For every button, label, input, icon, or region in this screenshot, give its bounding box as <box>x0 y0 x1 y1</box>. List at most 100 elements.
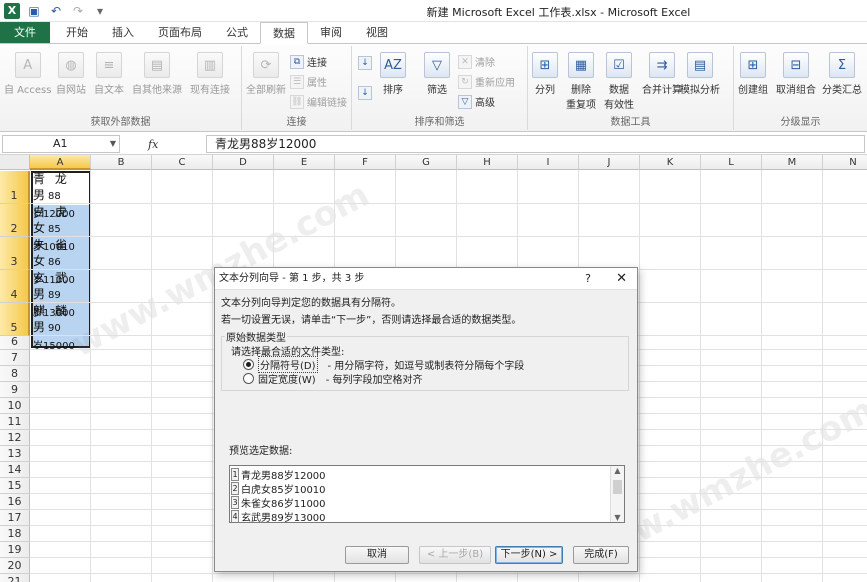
advanced-filter-icon: ▽ <box>458 94 472 109</box>
edit-links-button[interactable]: ⛓ 编辑链接 <box>290 94 347 109</box>
row-header-6[interactable]: 6 <box>0 335 30 350</box>
clear-filter-button[interactable]: ✕ 清除 <box>458 54 495 69</box>
radio-fixed-width[interactable] <box>243 373 254 384</box>
sort-ascending-button[interactable]: ↓ <box>358 56 372 70</box>
ungroup-button[interactable]: ⊟ 取消组合 <box>776 52 816 96</box>
tab-review[interactable]: 审阅 <box>308 22 354 43</box>
column-header-f[interactable]: F <box>335 155 396 170</box>
column-header-k[interactable]: K <box>640 155 701 170</box>
row-header-13[interactable]: 13 <box>0 446 30 462</box>
row-header-15[interactable]: 15 <box>0 478 30 494</box>
row-header-17[interactable]: 17 <box>0 510 30 526</box>
row-header-14[interactable]: 14 <box>0 462 30 478</box>
fixed-width-label[interactable]: 固定宽度(W) <box>258 371 316 386</box>
subtotal-button[interactable]: Σ 分类汇总 <box>822 52 862 96</box>
filter-button[interactable]: ▽ 筛选 <box>424 52 450 96</box>
finish-button[interactable]: 完成(F) <box>573 546 629 564</box>
row-header-12[interactable]: 12 <box>0 430 30 446</box>
tab-formulas[interactable]: 公式 <box>214 22 260 43</box>
remove-duplicates-button[interactable]: ▦ 删除 重复项 <box>566 52 596 111</box>
sort-icon: AZ <box>380 52 406 78</box>
insert-function-icon[interactable]: fx <box>148 138 158 151</box>
formula-input[interactable]: 青龙男88岁12000 <box>206 135 865 153</box>
column-header-e[interactable]: E <box>274 155 335 170</box>
row-header-10[interactable]: 10 <box>0 398 30 414</box>
existing-connections-button[interactable]: ▥ 现有连接 <box>190 52 230 96</box>
fixed-width-option[interactable]: 固定宽度(W) - 每列字段加空格对齐 <box>243 371 423 386</box>
from-access-button[interactable]: A自 Access <box>4 52 51 96</box>
grid-line <box>212 170 213 582</box>
column-header-d[interactable]: D <box>213 155 274 170</box>
tab-insert[interactable]: 插入 <box>100 22 146 43</box>
preview-scrollbar[interactable]: ▲ ▼ <box>610 466 624 522</box>
cancel-button[interactable]: 取消 <box>345 546 409 564</box>
column-header-c[interactable]: C <box>152 155 213 170</box>
help-icon[interactable]: ? <box>585 268 591 290</box>
grid-line <box>761 170 762 582</box>
from-text-button[interactable]: ≡ 自文本 <box>94 52 124 96</box>
row-header-4[interactable]: 4 <box>0 270 30 303</box>
data-preview[interactable]: 1 青龙男88岁12000 2 白虎女85岁10010 3 朱雀女86岁11000 4… <box>229 465 625 523</box>
group-label-external: 获取外部数据 <box>90 117 151 128</box>
group-sort-filter: ↓ ↓ AZ 排序 ▽ 筛选 ✕ 清除 ↻ 重新应用 ▽ 高级 排序和筛选 <box>352 46 528 130</box>
tab-page-layout[interactable]: 页面布局 <box>146 22 214 43</box>
from-other-sources-button[interactable]: ▤ 自其他来源 <box>132 52 182 96</box>
row-header-3[interactable]: 3 <box>0 237 30 270</box>
row-header-1[interactable]: 1 <box>0 171 30 204</box>
group-button[interactable]: ⊞ 创建组 <box>738 52 768 96</box>
scroll-down-icon[interactable]: ▼ <box>611 513 624 522</box>
ribbon: A自 Access ◍ 自网站 ≡ 自文本 ▤ 自其他来源 ▥ 现有连接 获取外部数据 … <box>0 44 867 132</box>
column-header-m[interactable]: M <box>762 155 823 170</box>
grid-line <box>90 170 91 582</box>
row-header-11[interactable]: 11 <box>0 414 30 430</box>
advanced-filter-button[interactable]: ▽ 高级 <box>458 94 495 109</box>
select-all-corner[interactable] <box>0 155 30 170</box>
scroll-thumb[interactable] <box>613 480 622 494</box>
sort-descending-button[interactable]: ↓ <box>358 86 372 100</box>
row-header-20[interactable]: 20 <box>0 558 30 574</box>
group-outline: ⊞ 创建组 ⊟ 取消组合 Σ 分类汇总 分级显示 <box>734 46 867 130</box>
row-header-5[interactable]: 5 <box>0 303 30 336</box>
name-box[interactable]: A1 ▼ <box>2 135 120 153</box>
consolidate-button[interactable]: ⇉ 合并计算 <box>642 52 682 96</box>
window-title: 新建 Microsoft Excel 工作表.xlsx - Microsoft … <box>426 6 691 19</box>
next-button[interactable]: 下一步(N) > <box>495 546 563 564</box>
row-header-8[interactable]: 8 <box>0 366 30 382</box>
group-connections: ⟳ 全部刷新 ⧉ 连接 ☰ 属性 ⛓ 编辑链接 连接 <box>242 46 352 130</box>
column-header-j[interactable]: J <box>579 155 640 170</box>
name-box-dropdown-icon[interactable]: ▼ <box>110 136 116 152</box>
row-header-9[interactable]: 9 <box>0 382 30 398</box>
row-header-18[interactable]: 18 <box>0 526 30 542</box>
connections-button[interactable]: ⧉ 连接 <box>290 54 327 69</box>
column-header-h[interactable]: H <box>457 155 518 170</box>
row-header-2[interactable]: 2 <box>0 204 30 237</box>
tab-home[interactable]: 开始 <box>54 22 100 43</box>
sort-button[interactable]: AZ 排序 <box>380 52 406 96</box>
from-web-button[interactable]: ◍ 自网站 <box>56 52 86 96</box>
tab-file[interactable]: 文件 <box>0 22 50 43</box>
data-validation-button[interactable]: ☑ 数据 有效性 <box>604 52 634 111</box>
text-to-columns-button[interactable]: ⊞ 分列 <box>532 52 558 96</box>
column-header-n[interactable]: N <box>823 155 867 170</box>
tab-data[interactable]: 数据 <box>260 22 308 44</box>
row-header-7[interactable]: 7 <box>0 350 30 366</box>
what-if-analysis-button[interactable]: ▤ 模拟分析 <box>680 52 720 96</box>
row-header-19[interactable]: 19 <box>0 542 30 558</box>
column-header-l[interactable]: L <box>701 155 762 170</box>
column-header-g[interactable]: G <box>396 155 457 170</box>
cell-a5[interactable]: 麒 麟 男90 岁15000 <box>33 303 91 355</box>
properties-button[interactable]: ☰ 属性 <box>290 74 327 89</box>
row-header-16[interactable]: 16 <box>0 494 30 510</box>
close-icon[interactable]: ✕ <box>616 268 627 290</box>
reapply-button[interactable]: ↻ 重新应用 <box>458 74 515 89</box>
refresh-all-button[interactable]: ⟳ 全部刷新 <box>246 52 286 96</box>
back-button[interactable]: < 上一步(B) <box>419 546 491 564</box>
tab-view[interactable]: 视图 <box>354 22 400 43</box>
radio-delimited[interactable] <box>243 359 254 370</box>
scroll-up-icon[interactable]: ▲ <box>611 466 624 475</box>
group-label-connections: 连接 <box>286 117 307 128</box>
row-header-21[interactable]: 21 <box>0 574 30 582</box>
column-header-a[interactable]: A <box>30 155 91 170</box>
column-header-i[interactable]: I <box>518 155 579 170</box>
column-header-b[interactable]: B <box>91 155 152 170</box>
